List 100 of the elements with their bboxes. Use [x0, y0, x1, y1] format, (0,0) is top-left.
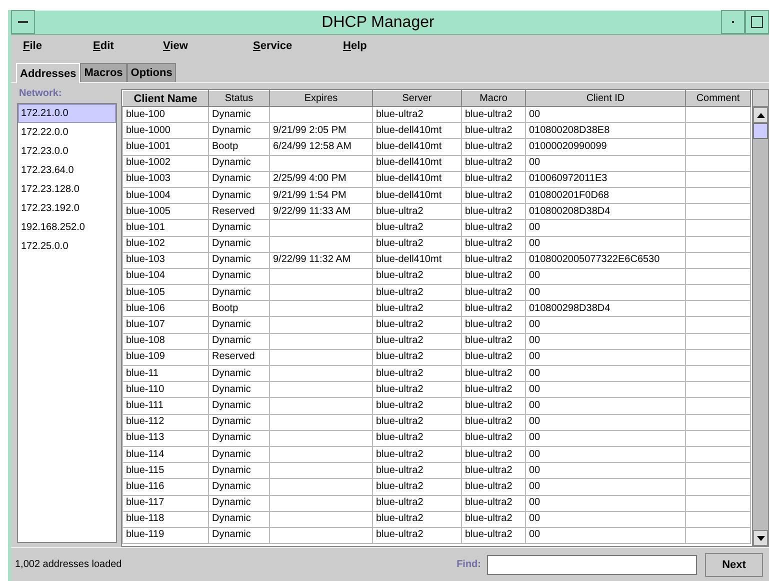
status-cell: Dynamic: [208, 333, 270, 350]
tab[interactable]: Addresses: [16, 63, 80, 83]
client-name-cell: blue-117: [122, 495, 208, 512]
menu-item[interactable]: Edit: [93, 38, 163, 54]
next-button[interactable]: Next: [705, 552, 763, 576]
column-header[interactable]: Client ID: [526, 90, 686, 106]
server-cell: blue-ultra2: [372, 268, 462, 285]
comment-cell: [686, 366, 750, 382]
status-cell: Dynamic: [208, 511, 270, 528]
column-header[interactable]: Client Name: [122, 90, 208, 106]
scroll-thumb[interactable]: [753, 123, 768, 139]
macro-cell: blue-ultra2: [462, 284, 526, 301]
server-cell: blue-ultra2: [372, 284, 462, 301]
comment-cell: [686, 414, 750, 430]
window-title: DHCP Manager: [35, 10, 721, 34]
comment-cell: [686, 236, 750, 252]
column-header[interactable]: Server: [372, 90, 462, 106]
client-id-cell: 00: [526, 236, 686, 252]
column-header[interactable]: Macro: [462, 90, 526, 106]
client-id-cell: 00: [526, 462, 686, 479]
bar-icon: [18, 20, 28, 24]
macro-cell: blue-ultra2: [462, 366, 526, 382]
expires-cell: 9/22/99 11:33 AM: [270, 204, 372, 220]
client-id-cell: 00: [526, 511, 686, 528]
column-header[interactable]: Status: [208, 90, 270, 106]
server-cell: blue-ultra2: [372, 349, 462, 366]
tab[interactable]: Options: [126, 63, 176, 82]
client-name-cell: blue-100: [122, 106, 208, 123]
menu-item[interactable]: Help: [343, 38, 403, 54]
client-name-cell: blue-113: [122, 430, 208, 446]
server-cell: blue-ultra2: [372, 204, 462, 220]
server-cell: blue-ultra2: [372, 316, 462, 334]
client-id-cell: 010800298D38D4: [526, 300, 686, 317]
column-header[interactable]: Expires: [270, 90, 372, 106]
tab[interactable]: Macros: [80, 63, 127, 82]
macro-cell: blue-ultra2: [462, 495, 526, 512]
status-cell: Dynamic: [208, 252, 270, 268]
macro-cell: blue-ultra2: [462, 349, 526, 366]
macro-cell: blue-ultra2: [462, 446, 526, 463]
comment-cell: [686, 478, 750, 495]
client-name-cell: blue-1005: [122, 204, 208, 220]
client-name-cell: blue-102: [122, 236, 208, 252]
server-cell: blue-ultra2: [372, 511, 462, 528]
macro-cell: blue-ultra2: [462, 511, 526, 528]
macro-cell: blue-ultra2: [462, 300, 526, 317]
status-cell: Bootp: [208, 300, 270, 317]
comment-cell: [686, 138, 750, 156]
client-name-cell: blue-1003: [122, 171, 208, 188]
macro-cell: blue-ultra2: [462, 268, 526, 285]
client-name-cell: blue-118: [122, 511, 208, 528]
macro-cell: blue-ultra2: [462, 155, 526, 172]
comment-cell: [686, 268, 750, 285]
server-cell: blue-ultra2: [372, 414, 462, 430]
server-cell: blue-dell410mt: [372, 187, 462, 204]
server-cell: blue-ultra2: [372, 220, 462, 236]
client-id-cell: 00: [526, 366, 686, 382]
client-id-cell: 00: [526, 527, 686, 544]
comment-cell: [686, 106, 750, 123]
expires-cell: 9/21/99 1:54 PM: [270, 187, 372, 204]
client-id-cell: 00: [526, 478, 686, 495]
client-name-cell: blue-103: [122, 252, 208, 268]
macro-cell: blue-ultra2: [462, 462, 526, 479]
macro-cell: blue-ultra2: [462, 138, 526, 156]
column-header[interactable]: Comment: [686, 90, 750, 106]
expires-cell: 2/25/99 4:00 PM: [270, 171, 372, 188]
server-cell: blue-ultra2: [372, 446, 462, 463]
client-name-cell: blue-101: [122, 220, 208, 236]
client-id-cell: 00: [526, 398, 686, 414]
macro-cell: blue-ultra2: [462, 106, 526, 123]
menu-item[interactable]: View: [163, 38, 253, 54]
scroll-down-button[interactable]: [753, 530, 768, 546]
server-cell: blue-ultra2: [372, 300, 462, 317]
status-cell: Dynamic: [208, 106, 270, 123]
comment-cell: [686, 349, 750, 366]
expires-cell: 6/24/99 12:58 AM: [270, 138, 372, 156]
network-item[interactable]: 172.21.0.0: [18, 104, 116, 123]
client-id-cell: 00: [526, 284, 686, 301]
server-cell: blue-dell410mt: [372, 252, 462, 268]
client-id-cell: 00: [526, 349, 686, 366]
maximize-button[interactable]: [745, 10, 769, 34]
client-name-cell: blue-1002: [122, 155, 208, 172]
client-name-cell: blue-114: [122, 446, 208, 463]
client-name-cell: blue-111: [122, 398, 208, 414]
client-name-cell: blue-107: [122, 316, 208, 334]
find-field[interactable]: [487, 554, 697, 574]
server-cell: blue-ultra2: [372, 478, 462, 495]
macro-cell: blue-ultra2: [462, 478, 526, 495]
status-cell: Dynamic: [208, 446, 270, 463]
scrollbar[interactable]: [752, 90, 768, 546]
server-cell: blue-ultra2: [372, 333, 462, 350]
server-cell: blue-ultra2: [372, 527, 462, 544]
macro-cell: blue-ultra2: [462, 430, 526, 446]
window-menu-button[interactable]: [11, 10, 35, 34]
menu-item[interactable]: Service: [253, 38, 343, 54]
client-id-cell: 00: [526, 333, 686, 350]
menu-item[interactable]: File: [23, 38, 93, 54]
client-id-cell: 010800208D38E8: [526, 122, 686, 139]
scroll-up-button[interactable]: [753, 107, 768, 123]
comment-cell: [686, 284, 750, 301]
server-cell: blue-ultra2: [372, 495, 462, 512]
